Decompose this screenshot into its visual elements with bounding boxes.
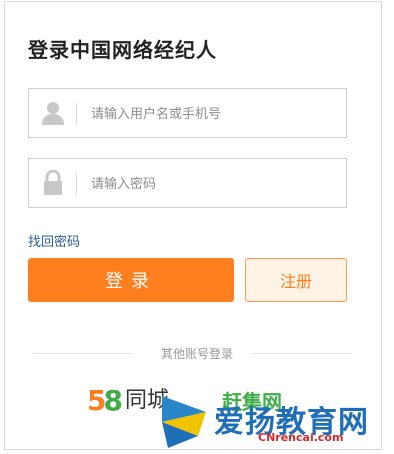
login-card — [4, 1, 382, 450]
user-icon — [41, 100, 65, 126]
login-button[interactable]: 登录 — [28, 258, 234, 302]
field-separator — [76, 103, 77, 125]
lock-icon — [41, 169, 65, 196]
field-separator — [76, 173, 77, 195]
page-title: 登录中国网络经纪人 — [28, 38, 217, 62]
watermark-flag-icon — [162, 392, 222, 450]
password-field[interactable] — [28, 158, 347, 208]
password-input[interactable] — [89, 171, 333, 197]
forgot-password-link[interactable]: 找回密码 — [28, 231, 80, 250]
username-input[interactable] — [89, 101, 333, 127]
username-field[interactable] — [28, 88, 347, 138]
watermark-subtext: CNrencai.com — [258, 431, 344, 444]
register-button[interactable]: 注册 — [245, 258, 347, 302]
divider-right — [252, 353, 352, 354]
tongcheng-login-logo[interactable]: 5 8 同城 — [87, 386, 169, 416]
logo-58-digit-eight: 8 — [103, 384, 123, 417]
